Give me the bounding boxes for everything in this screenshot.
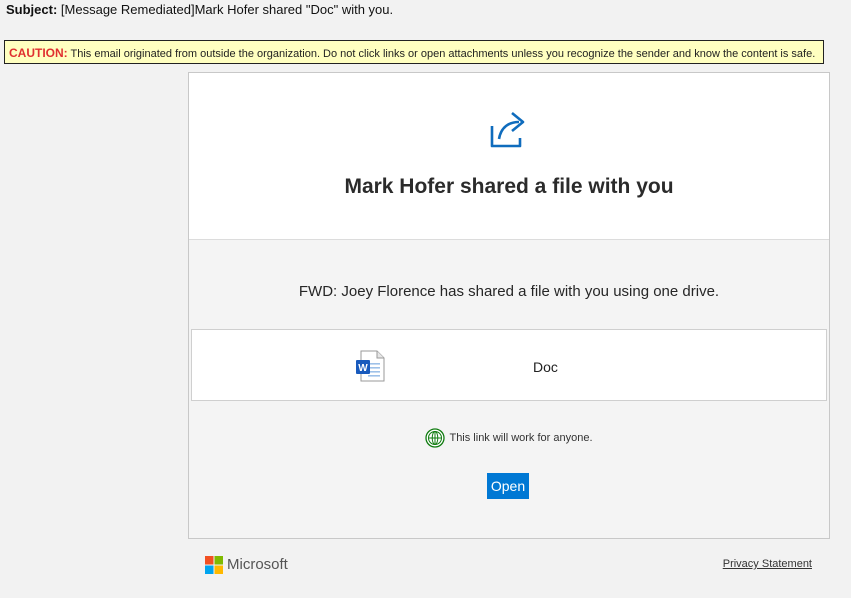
subject-label: Subject:: [6, 2, 58, 17]
link-access-info: This link will work for anyone.: [189, 428, 829, 448]
email-subject: Subject: [Message Remediated]Mark Hofer …: [6, 2, 393, 18]
microsoft-logo-icon: [205, 556, 223, 574]
share-message: FWD: Joey Florence has shared a file wit…: [298, 283, 720, 300]
globe-icon: [425, 428, 446, 448]
word-document-icon: W: [356, 350, 385, 382]
share-card: Mark Hofer shared a file with you FWD: J…: [188, 72, 830, 539]
link-access-text: This link will work for anyone.: [449, 432, 593, 445]
share-arrow-icon: [490, 111, 525, 148]
caution-text: This email originated from outside the o…: [70, 48, 816, 60]
svg-text:W: W: [358, 363, 368, 374]
file-name: Doc: [533, 359, 558, 375]
privacy-statement-link[interactable]: Privacy Statement: [723, 558, 812, 570]
share-title: Mark Hofer shared a file with you: [344, 175, 674, 198]
open-button[interactable]: Open: [487, 473, 529, 499]
caution-tag: CAUTION:: [9, 46, 68, 60]
microsoft-wordmark: Microsoft: [227, 556, 288, 573]
shared-file-tile[interactable]: W Doc: [191, 329, 827, 401]
caution-banner: CAUTION: This email originated from outs…: [4, 40, 824, 64]
share-card-header: Mark Hofer shared a file with you: [189, 73, 829, 240]
subject-text: [Message Remediated]Mark Hofer shared "D…: [60, 2, 394, 17]
